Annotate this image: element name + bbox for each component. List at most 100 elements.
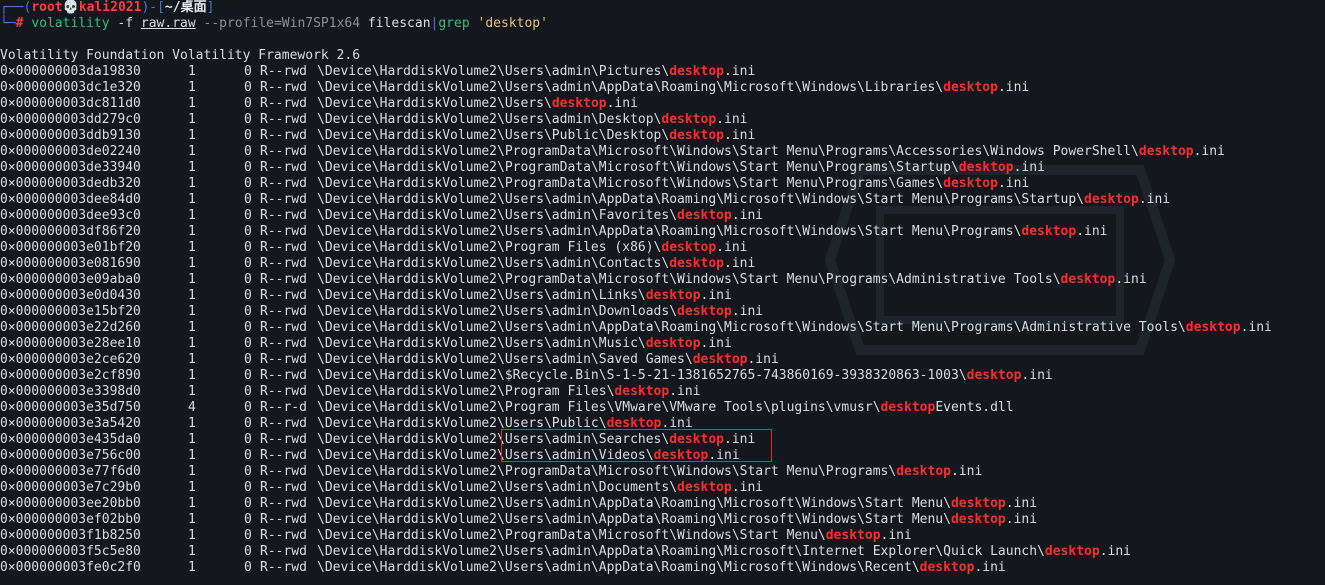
- row-offset: 0×000000003df86f20: [0, 224, 141, 239]
- row-access: R--rwd: [260, 240, 307, 255]
- row-offset: 0×000000003ddb9130: [0, 128, 141, 143]
- path-match: desktop: [669, 128, 724, 143]
- command-plugin: filescan: [367, 16, 431, 31]
- row-offset: 0×000000003dd279c0: [0, 112, 141, 127]
- path-match: desktop: [950, 496, 1006, 511]
- path-prefix: \Device\HarddiskVolume2\Users\admin\Desk…: [317, 112, 662, 127]
- row-handles: 0: [244, 368, 252, 383]
- path-prefix: \Device\HarddiskVolume2\ProgramData\Micr…: [317, 464, 897, 479]
- path-suffix: .ini: [724, 128, 756, 143]
- path-prefix: \Device\HarddiskVolume2\Users\admin\Save…: [317, 352, 693, 367]
- row-handles: 0: [244, 304, 252, 319]
- result-row: 0×000000003e22d260 1 0 R--rwd \Device\Harddi…: [0, 320, 1325, 336]
- path-match: desktop: [958, 160, 1014, 175]
- row-path: \Device\HarddiskVolume2\Program Files (x…: [317, 240, 747, 256]
- path-prefix: \Device\HarddiskVolume2\ProgramData\Micr…: [317, 528, 826, 543]
- row-offset: 0×000000003e01bf20: [0, 240, 141, 255]
- row-offset: 0×000000003e2cf890: [0, 368, 141, 383]
- path-match: desktop: [1044, 544, 1100, 559]
- row-offset: 0×000000003e7c29b0: [0, 480, 141, 495]
- command-line[interactable]: └─# volatility -f raw.raw --profile=Win7…: [0, 16, 548, 32]
- path-suffix: .ini: [1240, 320, 1272, 335]
- row-handles: 0: [244, 512, 252, 527]
- path-suffix: .ini: [724, 64, 756, 79]
- row-offset: 0×000000003f1b8250: [0, 528, 141, 543]
- row-path: \Device\HarddiskVolume2\ProgramData\Micr…: [317, 144, 1225, 160]
- terminal-window[interactable]: ┌──(root💀kali2021)-[~/桌面] └─# volatility…: [0, 0, 1325, 585]
- row-path: \Device\HarddiskVolume2\Users\admin\Down…: [317, 304, 763, 320]
- row-offset: 0×000000003ee20bb0: [0, 496, 141, 511]
- result-row: 0×000000003e3398d0 1 0 R--rwd \Device\Harddi…: [0, 384, 1325, 400]
- row-access: R--rwd: [260, 224, 307, 239]
- row-pointers: 1: [188, 128, 196, 143]
- row-offset: 0×000000003e3a5420: [0, 416, 141, 431]
- path-match: desktop: [943, 176, 998, 191]
- path-match: desktop: [896, 464, 951, 479]
- row-access: R--rwd: [260, 176, 307, 191]
- result-row: 0×000000003e081690 1 0 R--rwd \Device\Harddi…: [0, 256, 1325, 272]
- path-suffix: .ini: [1099, 544, 1131, 559]
- row-pointers: 1: [188, 64, 196, 79]
- volatility-banner: Volatility Foundation Volatility Framewo…: [0, 48, 361, 63]
- skull-icon: 💀: [62, 0, 79, 15]
- row-offset: 0×000000003e756c00: [0, 448, 141, 463]
- result-row: 0×000000003e28ee10 1 0 R--rwd \Device\Harddi…: [0, 336, 1325, 352]
- path-suffix: .ini: [700, 336, 732, 351]
- command-grep: grep: [438, 16, 470, 31]
- row-offset: 0×000000003dedb320: [0, 176, 141, 191]
- row-path: \Device\HarddiskVolume2\Users\admin\AppD…: [317, 224, 1108, 240]
- result-row: 0×000000003e77f6d0 1 0 R--rwd \Device\Harddi…: [0, 464, 1325, 480]
- row-handles: 0: [244, 144, 252, 159]
- row-offset: 0×000000003e081690: [0, 256, 141, 271]
- row-handles: 0: [244, 336, 252, 351]
- row-path: \Device\HarddiskVolume2\Users\admin\AppD…: [317, 544, 1131, 560]
- path-prefix: \Device\HarddiskVolume2\ProgramData\Micr…: [317, 272, 1061, 287]
- result-row: 0×000000003ef02bb0 1 0 R--rwd \Device\Harddi…: [0, 512, 1325, 528]
- path-prefix: \Device\HarddiskVolume2\Program Files\: [317, 384, 615, 399]
- row-access: R--rwd: [260, 496, 307, 511]
- row-access: R--rwd: [260, 128, 307, 143]
- row-path: \Device\HarddiskVolume2\ProgramData\Micr…: [317, 272, 1147, 288]
- path-suffix: .ini: [1076, 224, 1108, 239]
- row-pointers: 1: [188, 304, 196, 319]
- row-handles: 0: [244, 256, 252, 271]
- row-access: R--rwd: [260, 528, 307, 543]
- row-handles: 0: [244, 528, 252, 543]
- path-prefix: \Device\HarddiskVolume2\Users\Public\Des…: [317, 128, 670, 143]
- result-row: 0×000000003ddb9130 1 0 R--rwd \Device\Harddi…: [0, 128, 1325, 144]
- row-access: R--rwd: [260, 416, 307, 431]
- row-pointers: 1: [188, 80, 196, 95]
- path-suffix: .ini: [606, 96, 638, 111]
- path-suffix: .ini: [997, 80, 1030, 95]
- row-access: R--rwd: [260, 384, 307, 399]
- command-pattern: 'desktop': [477, 16, 548, 31]
- row-pointers: 1: [188, 160, 196, 175]
- path-prefix: \Device\HarddiskVolume2\Users\admin\AppD…: [317, 192, 1085, 207]
- row-access: R--rwd: [260, 368, 307, 383]
- path-suffix: .ini: [1115, 272, 1147, 287]
- row-pointers: 1: [188, 480, 196, 495]
- row-access: R--rwd: [260, 272, 307, 287]
- row-offset: 0×000000003de33940: [0, 160, 141, 175]
- row-handles: 0: [244, 448, 252, 463]
- row-access: R--rwd: [260, 544, 307, 559]
- row-pointers: 1: [188, 560, 196, 575]
- row-offset: 0×000000003dc1e320: [0, 80, 141, 95]
- row-access: R--rwd: [260, 208, 307, 223]
- path-suffix: .ini: [1193, 144, 1225, 159]
- row-pointers: 1: [188, 352, 196, 367]
- row-access: R--rwd: [260, 448, 307, 463]
- path-match: desktop: [661, 112, 717, 127]
- command-flag-f: -f: [117, 16, 134, 31]
- path-prefix: \Device\HarddiskVolume2\Users\admin\AppD…: [317, 560, 920, 575]
- path-prefix: \Device\HarddiskVolume2\Users\admin\AppD…: [317, 224, 1022, 239]
- command-image-file: raw.raw: [140, 16, 196, 31]
- row-access: R--rwd: [260, 256, 307, 271]
- path-match: desktop: [614, 384, 670, 399]
- row-handles: 0: [244, 544, 252, 559]
- result-row: 0×000000003da19830 1 0 R--rwd \Device\Harddi…: [0, 64, 1325, 80]
- row-pointers: 1: [188, 256, 196, 271]
- path-match: desktop: [1084, 192, 1139, 207]
- path-prefix: \Device\HarddiskVolume2\Users\admin\AppD…: [317, 80, 944, 95]
- prompt-user: root: [31, 0, 63, 15]
